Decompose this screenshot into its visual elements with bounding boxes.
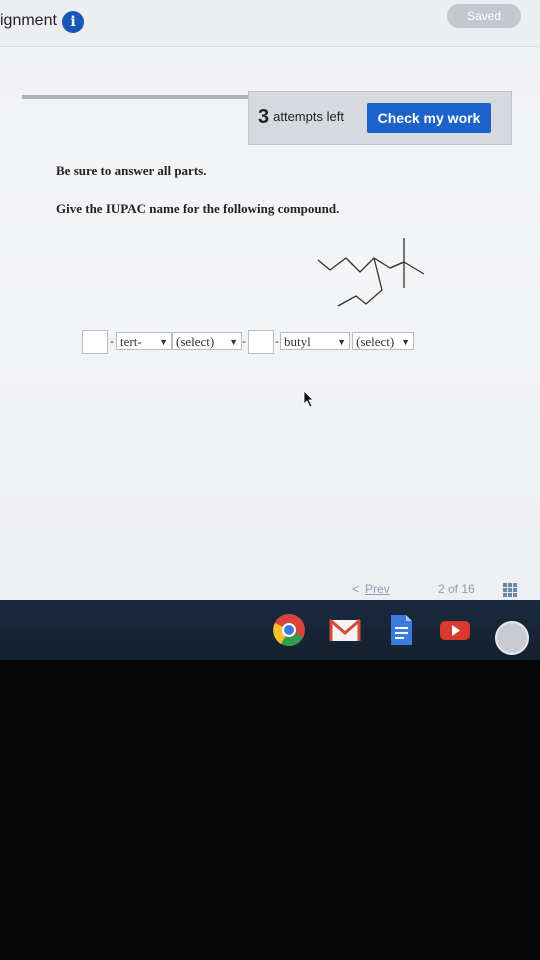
mouse-cursor-icon — [303, 390, 314, 408]
substituent-select[interactable]: butyl ▼ — [280, 332, 350, 350]
compound-structure-image — [317, 238, 425, 307]
parent-chain-select-value: (select) — [356, 334, 395, 349]
instruction-text: Be sure to answer all parts. — [56, 163, 207, 178]
docs-icon[interactable] — [384, 613, 418, 647]
grid-icon[interactable] — [502, 582, 518, 598]
chevron-down-icon: ▼ — [159, 337, 168, 347]
assignment-title: ignment — [0, 12, 57, 29]
parent-chain-select[interactable]: (select) ▼ — [352, 332, 414, 350]
chevron-down-icon: ▼ — [229, 337, 238, 347]
gmail-icon[interactable] — [328, 613, 362, 647]
question-prompt: Give the IUPAC name for the following co… — [56, 201, 340, 216]
chevron-down-icon: ▼ — [337, 337, 346, 347]
prefix-select-2[interactable]: (select) ▼ — [172, 332, 242, 350]
check-my-work-button[interactable]: Check my work — [367, 103, 491, 133]
browser-screen: ignment i Saved 3 attempts left Check my … — [0, 0, 540, 600]
info-icon[interactable]: i — [62, 11, 84, 33]
monitor-bezel — [0, 660, 540, 960]
saved-badge: Saved — [447, 4, 521, 28]
attempts-text: attempts left — [273, 109, 344, 124]
prev-link[interactable]: < Prev — [352, 582, 390, 596]
assignment-header: ignment i Saved — [0, 0, 540, 47]
prev-label: Prev — [365, 582, 390, 596]
hyphen-2: - — [242, 334, 246, 348]
prefix-select-1-value: tert- — [120, 334, 142, 349]
chevron-down-icon: ▼ — [401, 337, 410, 347]
youtube-icon[interactable] — [438, 613, 472, 647]
hyphen-1: - — [110, 334, 114, 348]
page-indicator: 2 of 16 — [438, 582, 475, 596]
attempts-left: 3 attempts left — [258, 106, 344, 129]
hyphen-3: - — [275, 334, 279, 348]
locant-input-2[interactable] — [248, 330, 274, 354]
chevron-left-icon: < — [352, 582, 360, 596]
chrome-icon[interactable] — [272, 613, 306, 647]
locant-input-1[interactable] — [82, 330, 108, 354]
avatar-icon[interactable] — [494, 620, 530, 656]
substituent-select-value: butyl — [284, 334, 311, 349]
attempts-count: 3 — [258, 106, 270, 128]
prefix-select-1[interactable]: tert- ▼ — [116, 332, 172, 350]
prefix-select-2-value: (select) — [176, 334, 215, 349]
